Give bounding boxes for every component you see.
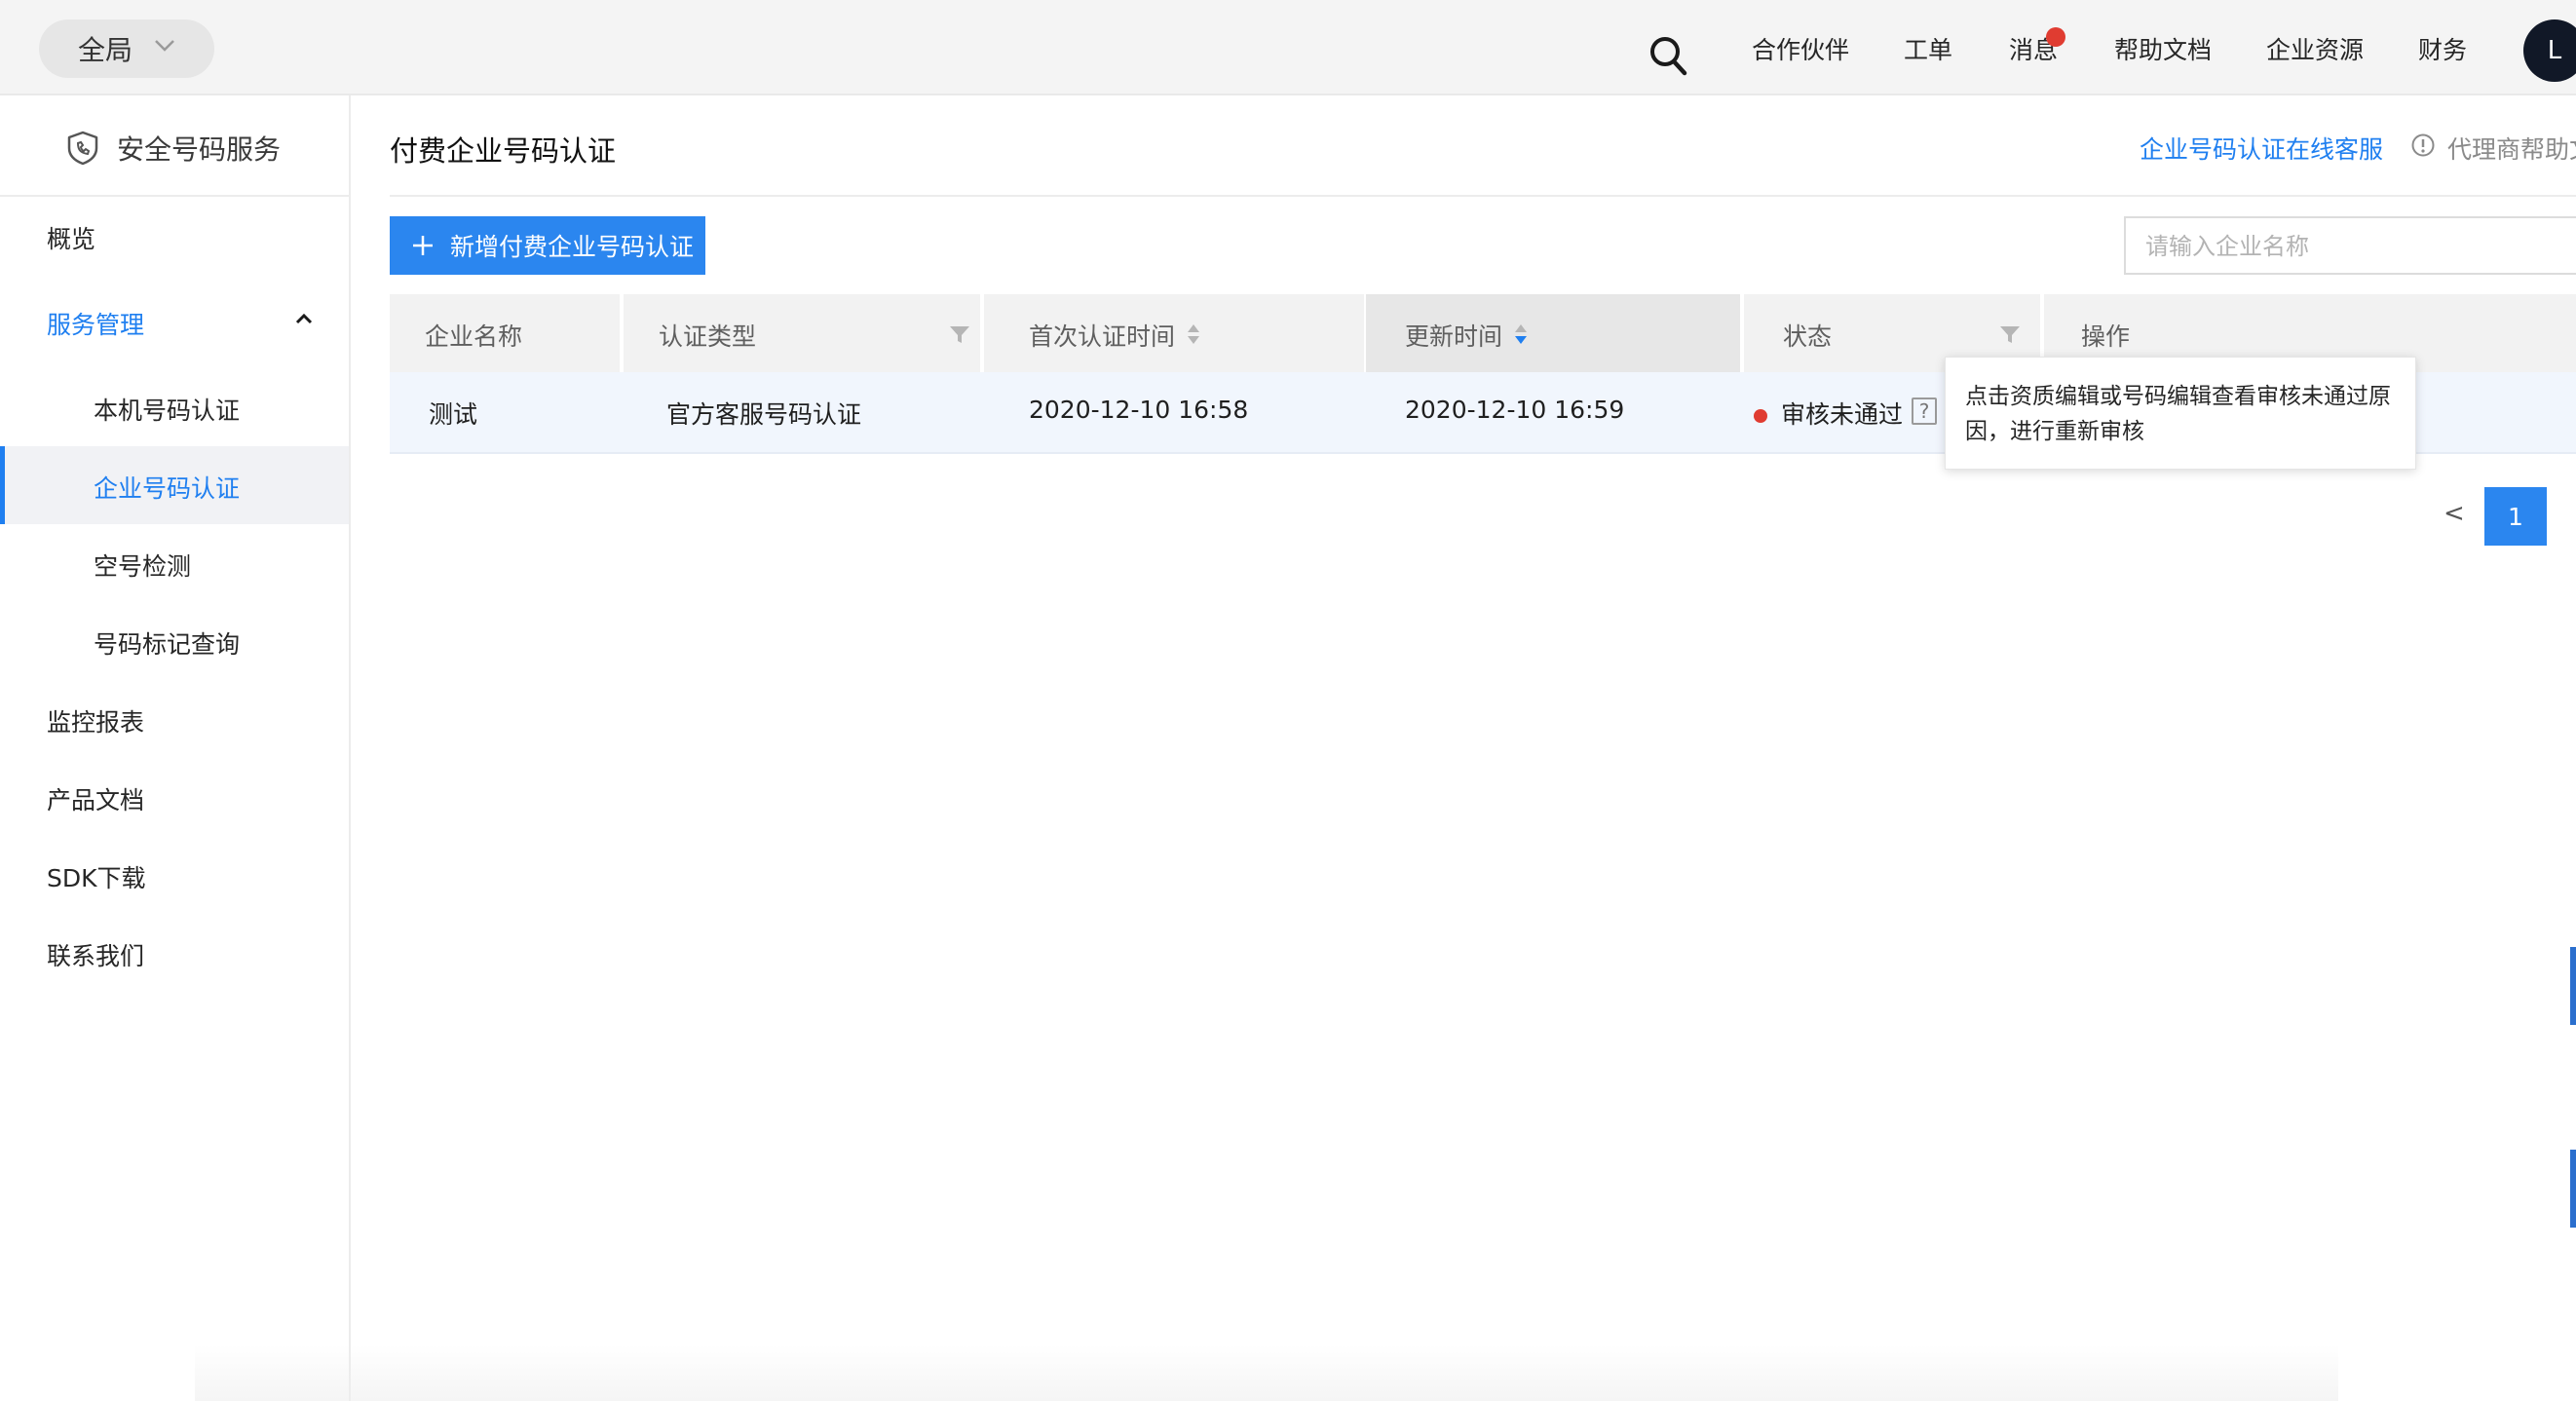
sidebar-item-overview[interactable]: 概览 — [0, 197, 349, 275]
sort-desc-icon[interactable] — [1514, 322, 1528, 347]
enterprise-search-input[interactable] — [2145, 228, 2555, 265]
scope-label: 全局 — [78, 34, 133, 66]
cell-first-auth-time: 2020-12-10 16:58 — [1029, 396, 1249, 424]
column-header-label: 状态 — [1783, 322, 1833, 351]
plus-icon — [413, 236, 433, 255]
message-badge-dot — [2046, 27, 2065, 47]
sort-icon[interactable] — [1187, 322, 1200, 347]
sidebar-item-product-docs[interactable]: 产品文档 — [0, 758, 349, 836]
pagination-page-current[interactable]: 1 — [2484, 487, 2547, 546]
add-button-label: 新增付费企业号码认证 — [450, 233, 695, 261]
app-window: 全局 合作伙伴 工单 消息 帮助文档 企业资源 财务 L 安全号码服务 概览 服… — [0, 0, 2576, 1401]
sidebar-item-contact-us[interactable]: 联系我们 — [0, 914, 349, 992]
search-icon[interactable] — [1648, 35, 1687, 76]
sidebar: 安全号码服务 概览 服务管理 本机号码认证 企业号码认证 空号检测 号码标记查询… — [0, 95, 351, 1401]
column-header-first-auth-time[interactable]: 首次认证时间 — [984, 294, 1364, 372]
status-dot — [1754, 409, 1767, 423]
add-enterprise-auth-button[interactable]: 新增付费企业号码认证 — [390, 216, 705, 275]
sidebar-item-sdk-download[interactable]: SDK下载 — [0, 836, 349, 914]
page-title: 付费企业号码认证 — [390, 134, 617, 168]
column-header-label: 首次认证时间 — [1029, 322, 1176, 351]
divider — [390, 195, 2576, 197]
filter-icon[interactable] — [949, 323, 970, 345]
status-tooltip: 点击资质编辑或号码编辑查看审核未通过原因，进行重新审核 — [1945, 357, 2416, 470]
pagination-prev[interactable]: < — [2443, 499, 2465, 528]
sidebar-item-enterprise-number-auth[interactable]: 企业号码认证 — [0, 446, 349, 524]
column-header-label: 操作 — [2081, 322, 2131, 351]
nav-tickets[interactable]: 工单 — [1904, 31, 1952, 66]
cell-status-text: 审核未通过 — [1781, 400, 1904, 429]
chevron-down-icon — [155, 40, 174, 52]
online-service-link[interactable]: 企业号码认证在线客服 — [2140, 131, 2383, 166]
scope-selector[interactable]: 全局 — [39, 19, 214, 78]
sidebar-header: 安全号码服务 — [0, 95, 349, 197]
user-avatar[interactable]: L — [2523, 19, 2576, 82]
nav-partners[interactable]: 合作伙伴 — [1752, 31, 1849, 66]
info-icon — [2411, 133, 2435, 157]
sidebar-item-label: 概览 — [47, 225, 96, 253]
sidebar-item-monitoring-reports[interactable]: 监控报表 — [0, 680, 349, 758]
column-header-name: 企业名称 — [390, 294, 620, 372]
sidebar-item-label: SDK下载 — [47, 864, 146, 892]
cell-enterprise-name: 测试 — [429, 400, 478, 429]
cell-update-time: 2020-12-10 16:59 — [1405, 396, 1625, 424]
sidebar-item-label: 号码标记查询 — [94, 630, 241, 659]
cell-auth-type: 官方客服号码认证 — [666, 400, 862, 429]
chevron-up-icon — [295, 313, 313, 324]
sidebar-item-service-management[interactable]: 服务管理 — [0, 283, 349, 360]
sidebar-item-number-tag-query[interactable]: 号码标记查询 — [0, 602, 349, 680]
sidebar-item-empty-number-check[interactable]: 空号检测 — [0, 524, 349, 602]
enterprise-search-field[interactable] — [2124, 216, 2576, 275]
sidebar-item-label: 本机号码认证 — [94, 397, 241, 425]
question-mark-icon[interactable]: ? — [1912, 398, 1937, 425]
nav-finance[interactable]: 财务 — [2418, 31, 2467, 66]
sidebar-item-label: 服务管理 — [47, 311, 145, 339]
sidebar-item-label: 监控报表 — [47, 708, 145, 737]
filter-icon[interactable] — [1999, 323, 2021, 345]
sidebar-item-label: 空号检测 — [94, 552, 192, 581]
agent-help-link[interactable]: 代理商帮助文 — [2447, 131, 2576, 166]
nav-enterprise-resources[interactable]: 企业资源 — [2266, 31, 2364, 66]
shield-phone-icon — [67, 131, 98, 166]
column-header-update-time[interactable]: 更新时间 — [1366, 294, 1740, 372]
column-header-label: 企业名称 — [425, 322, 523, 351]
sidebar-item-label: 产品文档 — [47, 786, 145, 814]
edge-scroll-marker — [2570, 947, 2576, 1025]
column-header-type: 认证类型 — [624, 294, 980, 372]
sidebar-item-local-number-auth[interactable]: 本机号码认证 — [0, 368, 349, 446]
column-header-label: 更新时间 — [1405, 322, 1503, 351]
bottom-shadow — [195, 1344, 2338, 1401]
column-header-label: 认证类型 — [659, 322, 757, 351]
sidebar-item-label: 企业号码认证 — [94, 474, 241, 503]
sidebar-item-label: 联系我们 — [47, 942, 145, 970]
sidebar-title: 安全号码服务 — [117, 133, 282, 166]
edge-scroll-marker — [2570, 1150, 2576, 1228]
nav-help-docs[interactable]: 帮助文档 — [2114, 31, 2212, 66]
top-bar: 全局 合作伙伴 工单 消息 帮助文档 企业资源 财务 L — [0, 0, 2576, 95]
